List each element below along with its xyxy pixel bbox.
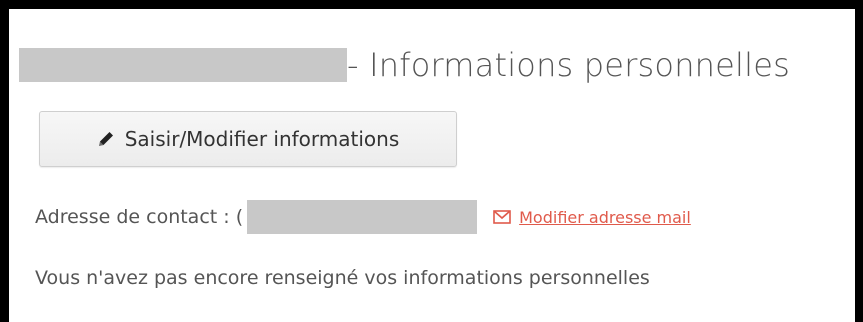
profile-panel: - Informations personnelles Saisir/Modif… (9, 9, 855, 322)
contact-row: Adresse de contact : ( Modifier adresse … (35, 199, 691, 235)
modify-email-text: Modifier adresse mail (519, 207, 691, 227)
page-title-row: - Informations personnelles (19, 40, 790, 90)
redacted-email (247, 200, 478, 234)
edit-information-label: Saisir/Modifier informations (124, 127, 400, 151)
pencil-icon (97, 130, 115, 148)
redacted-name (19, 48, 347, 82)
contact-label: Adresse de contact : ( (35, 206, 244, 228)
no-information-message: Vous n'avez pas encore renseigné vos inf… (35, 267, 650, 289)
edit-information-button[interactable]: Saisir/Modifier informations (39, 111, 457, 167)
modify-email-link[interactable]: Modifier adresse mail (493, 208, 691, 227)
page-title: - Informations personnelles (347, 46, 790, 84)
envelope-icon (493, 210, 511, 224)
